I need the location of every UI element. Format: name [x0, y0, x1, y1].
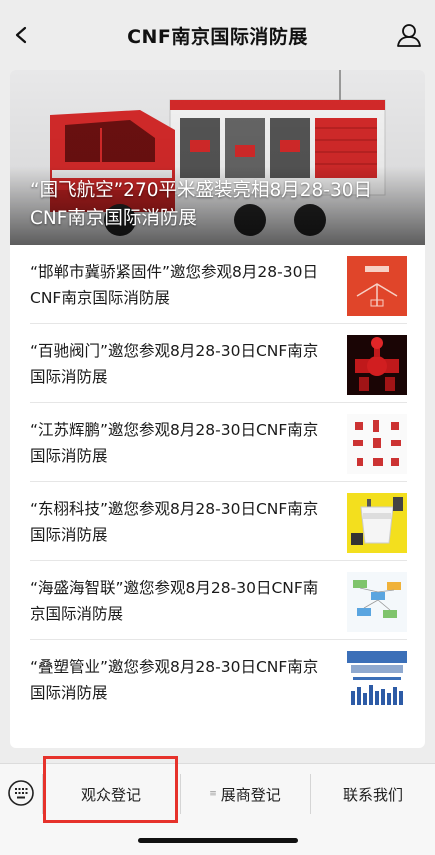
list-item[interactable]: “东栩科技”邀您参观8月28-30日CNF南京国际消防展 [30, 482, 407, 561]
hero-title: “国飞航空”270平米盛装亮相8月28-30日CNF南京国际消防展 [30, 180, 373, 229]
article-thumbnail [347, 414, 407, 474]
list-item[interactable]: “邯郸市冀骄紧固件”邀您参观8月28-30日CNF南京国际消防展 [30, 245, 407, 324]
back-icon[interactable] [8, 20, 36, 50]
article-title: “邯郸市冀骄紧固件”邀您参观8月28-30日CNF南京国际消防展 [30, 263, 318, 307]
tab-label: 联系我们 [342, 785, 403, 804]
list-item[interactable]: “百驰阀门”邀您参观8月28-30日CNF南京国际消防展 [30, 324, 407, 403]
tab-exhibitor-registration[interactable]: ≡ 展商登记 [181, 764, 309, 824]
tab-label: 展商登记 [220, 785, 281, 804]
article-thumbnail [347, 335, 407, 395]
article-thumbnail [347, 572, 407, 632]
tab-contact-us[interactable]: 联系我们 [311, 764, 435, 824]
article-title: “叠塑管业”邀您参观8月28-30日CNF南京国际消防展 [30, 658, 319, 702]
list-item[interactable]: “江苏辉鹏”邀您参观8月28-30日CNF南京国际消防展 [30, 403, 407, 482]
menu-icon: ≡ [209, 789, 217, 799]
home-indicator [138, 838, 298, 843]
top-nav-bar: CNF南京国际消防展 [0, 0, 435, 70]
highlight-box [43, 756, 178, 823]
article-thumbnail [347, 493, 407, 553]
article-thumbnail [347, 651, 407, 711]
user-icon[interactable] [395, 20, 423, 50]
hero-article[interactable]: “国飞航空”270平米盛装亮相8月28-30日CNF南京国际消防展 [10, 70, 425, 245]
article-list-card: “国飞航空”270平米盛装亮相8月28-30日CNF南京国际消防展 “邯郸市冀骄… [10, 70, 425, 748]
article-title: “江苏辉鹏”邀您参观8月28-30日CNF南京国际消防展 [30, 421, 319, 465]
page-title: CNF南京国际消防展 [127, 25, 308, 48]
article-title: “海盛海智联”邀您参观8月28-30日CNF南京国际消防展 [30, 579, 319, 623]
article-title: “百驰阀门”邀您参观8月28-30日CNF南京国际消防展 [30, 342, 319, 386]
list-item[interactable]: “海盛海智联”邀您参观8月28-30日CNF南京国际消防展 [30, 561, 407, 640]
list-item[interactable]: “叠塑管业”邀您参观8月28-30日CNF南京国际消防展 [30, 640, 407, 719]
article-thumbnail [347, 256, 407, 316]
keyboard-icon[interactable] [6, 778, 36, 808]
article-title: “东栩科技”邀您参观8月28-30日CNF南京国际消防展 [30, 500, 319, 544]
